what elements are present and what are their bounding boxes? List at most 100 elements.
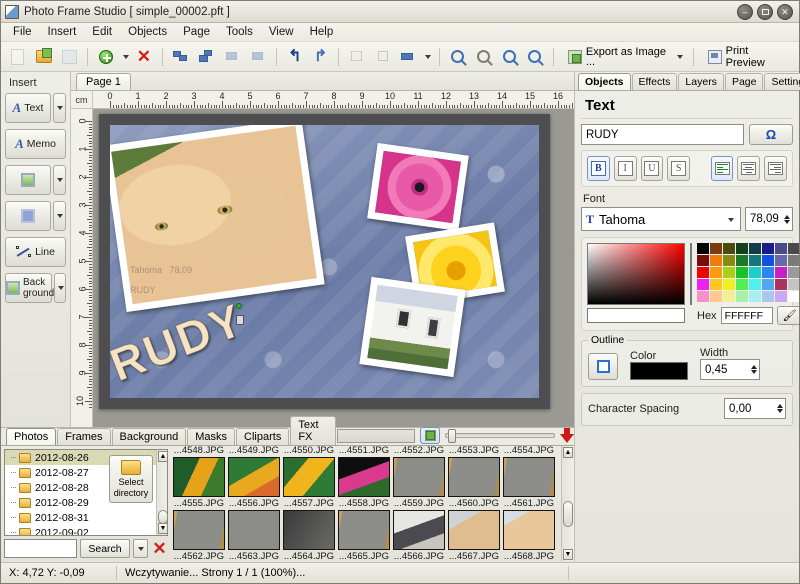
- search-options-dropdown[interactable]: [133, 539, 148, 558]
- undo-button[interactable]: ↰: [282, 45, 308, 69]
- color-swatch[interactable]: [736, 267, 748, 278]
- thumbnail-item[interactable]: ...4562.JPG: [173, 510, 225, 559]
- thumbnail-item[interactable]: ...4551.JPG: [338, 446, 390, 456]
- color-swatch[interactable]: [723, 243, 735, 254]
- thumbnail-image[interactable]: [173, 457, 225, 497]
- photo-stamp-cat[interactable]: [110, 125, 325, 312]
- page-tab-1[interactable]: Page 1: [76, 73, 131, 90]
- selection-handle[interactable]: [236, 303, 242, 309]
- thumb-scroll-thumb[interactable]: [563, 501, 573, 527]
- tab-effects[interactable]: Effects: [632, 73, 678, 90]
- color-swatch[interactable]: [788, 291, 799, 302]
- thumbnail-image[interactable]: [448, 457, 500, 497]
- close-button[interactable]: ✕: [777, 4, 793, 20]
- color-swatch[interactable]: [788, 279, 799, 290]
- group-object-button[interactable]: [245, 45, 271, 69]
- color-swatch[interactable]: [762, 279, 774, 290]
- tab-photos[interactable]: Photos: [6, 428, 56, 445]
- add-object-button[interactable]: [93, 45, 119, 69]
- tab-masks[interactable]: Masks: [187, 428, 235, 445]
- thumbnail-item[interactable]: ...4550.JPG: [283, 446, 335, 456]
- menu-page[interactable]: Page: [175, 24, 218, 40]
- color-swatch[interactable]: [762, 243, 774, 254]
- color-swatch[interactable]: [762, 291, 774, 302]
- thumbnail-item[interactable]: ...4566.JPG: [393, 510, 445, 559]
- color-swatch[interactable]: [710, 243, 722, 254]
- zoom-out-button[interactable]: [470, 45, 496, 69]
- redo-button[interactable]: ↱: [308, 45, 334, 69]
- color-swatch[interactable]: [775, 291, 787, 302]
- color-swatch[interactable]: [775, 243, 787, 254]
- page-layout-dropdown[interactable]: [422, 45, 434, 69]
- saturation-value-field[interactable]: [587, 243, 685, 305]
- color-swatch[interactable]: [723, 267, 735, 278]
- folder-tree[interactable]: 2012-08-262012-08-272012-08-282012-08-29…: [4, 449, 168, 536]
- thumbnail-image[interactable]: [228, 457, 280, 497]
- color-swatch[interactable]: [775, 267, 787, 278]
- thumb-scroll-up-button[interactable]: ▲: [563, 447, 573, 458]
- color-swatch[interactable]: [723, 279, 735, 290]
- tree-scroll-down-button[interactable]: ▼: [158, 523, 168, 534]
- tab-layers[interactable]: Layers: [678, 73, 724, 90]
- thumbnail-item[interactable]: ...4564.JPG: [283, 510, 335, 559]
- delete-object-button[interactable]: ✕: [131, 45, 157, 69]
- tab-frames[interactable]: Frames: [57, 428, 110, 445]
- thumbnail-image[interactable]: [283, 510, 335, 550]
- insert-text-dropdown[interactable]: [53, 93, 66, 123]
- menu-file[interactable]: File: [5, 24, 40, 40]
- insert-shape-dropdown[interactable]: [53, 201, 66, 231]
- color-swatch[interactable]: [749, 255, 761, 266]
- clear-search-button[interactable]: ✕: [151, 539, 168, 558]
- fit-selection-button[interactable]: [344, 45, 370, 69]
- insert-image-dropdown[interactable]: [53, 165, 66, 195]
- thumbnail-image[interactable]: [503, 510, 555, 550]
- thumbnail-item[interactable]: ...4555.JPG: [173, 457, 225, 509]
- strikethrough-button[interactable]: S: [667, 156, 690, 181]
- eyedropper-button[interactable]: 🖌: [777, 306, 799, 325]
- thumbnail-size-slider[interactable]: [445, 433, 555, 438]
- horizontal-ruler[interactable]: 012345678910111213141516: [93, 91, 574, 108]
- photo-stamp-house[interactable]: [359, 277, 465, 377]
- thumbnail-image[interactable]: [338, 510, 390, 550]
- menu-view[interactable]: View: [261, 24, 302, 40]
- color-swatch[interactable]: [723, 255, 735, 266]
- thumbnail-image[interactable]: [228, 510, 280, 550]
- tree-scrollbar[interactable]: ▲ ▼: [156, 450, 167, 535]
- media-filter-box[interactable]: [337, 429, 415, 443]
- align-left-button[interactable]: [711, 156, 734, 181]
- spinner-arrows[interactable]: [784, 215, 790, 224]
- add-object-dropdown[interactable]: [119, 45, 131, 69]
- tab-page[interactable]: Page: [725, 73, 764, 90]
- thumbnail-image[interactable]: [173, 510, 225, 550]
- insert-shape-button[interactable]: [5, 201, 51, 231]
- menu-help[interactable]: Help: [302, 24, 342, 40]
- canvas-area[interactable]: Tahoma 78,09 RUDY RUDY: [93, 109, 574, 427]
- thumb-scroll-down-button[interactable]: ▼: [563, 549, 573, 560]
- bring-forward-button[interactable]: [168, 45, 194, 69]
- color-swatch[interactable]: [697, 255, 709, 266]
- outline-toggle-button[interactable]: [588, 353, 618, 380]
- zoom-fit-button[interactable]: [522, 45, 548, 69]
- character-spacing-spinner[interactable]: 0,00: [724, 398, 786, 419]
- align-object-button[interactable]: [219, 45, 245, 69]
- menu-insert[interactable]: Insert: [40, 24, 85, 40]
- thumbnail-image[interactable]: [338, 457, 390, 497]
- maximize-button[interactable]: [757, 4, 773, 20]
- color-swatch-grid[interactable]: [697, 243, 799, 302]
- menu-edit[interactable]: Edit: [84, 24, 120, 40]
- insert-text-button[interactable]: A Text: [5, 93, 51, 123]
- color-swatch[interactable]: [710, 291, 722, 302]
- insert-line-button[interactable]: Line: [5, 237, 66, 267]
- color-swatch[interactable]: [788, 243, 799, 254]
- hue-strip[interactable]: [690, 243, 692, 305]
- search-button[interactable]: Search: [80, 539, 130, 558]
- font-select[interactable]: T Tahoma: [581, 207, 741, 231]
- color-swatch[interactable]: [723, 291, 735, 302]
- align-center-button[interactable]: [737, 156, 760, 181]
- thumbnail-item[interactable]: ...4561.JPG: [503, 457, 555, 509]
- thumbnail-image[interactable]: [393, 457, 445, 497]
- italic-button[interactable]: I: [614, 156, 637, 181]
- tree-scroll-up-button[interactable]: ▲: [158, 451, 168, 462]
- thumbnail-item[interactable]: ...4568.JPG: [503, 510, 555, 559]
- search-input[interactable]: [4, 539, 77, 558]
